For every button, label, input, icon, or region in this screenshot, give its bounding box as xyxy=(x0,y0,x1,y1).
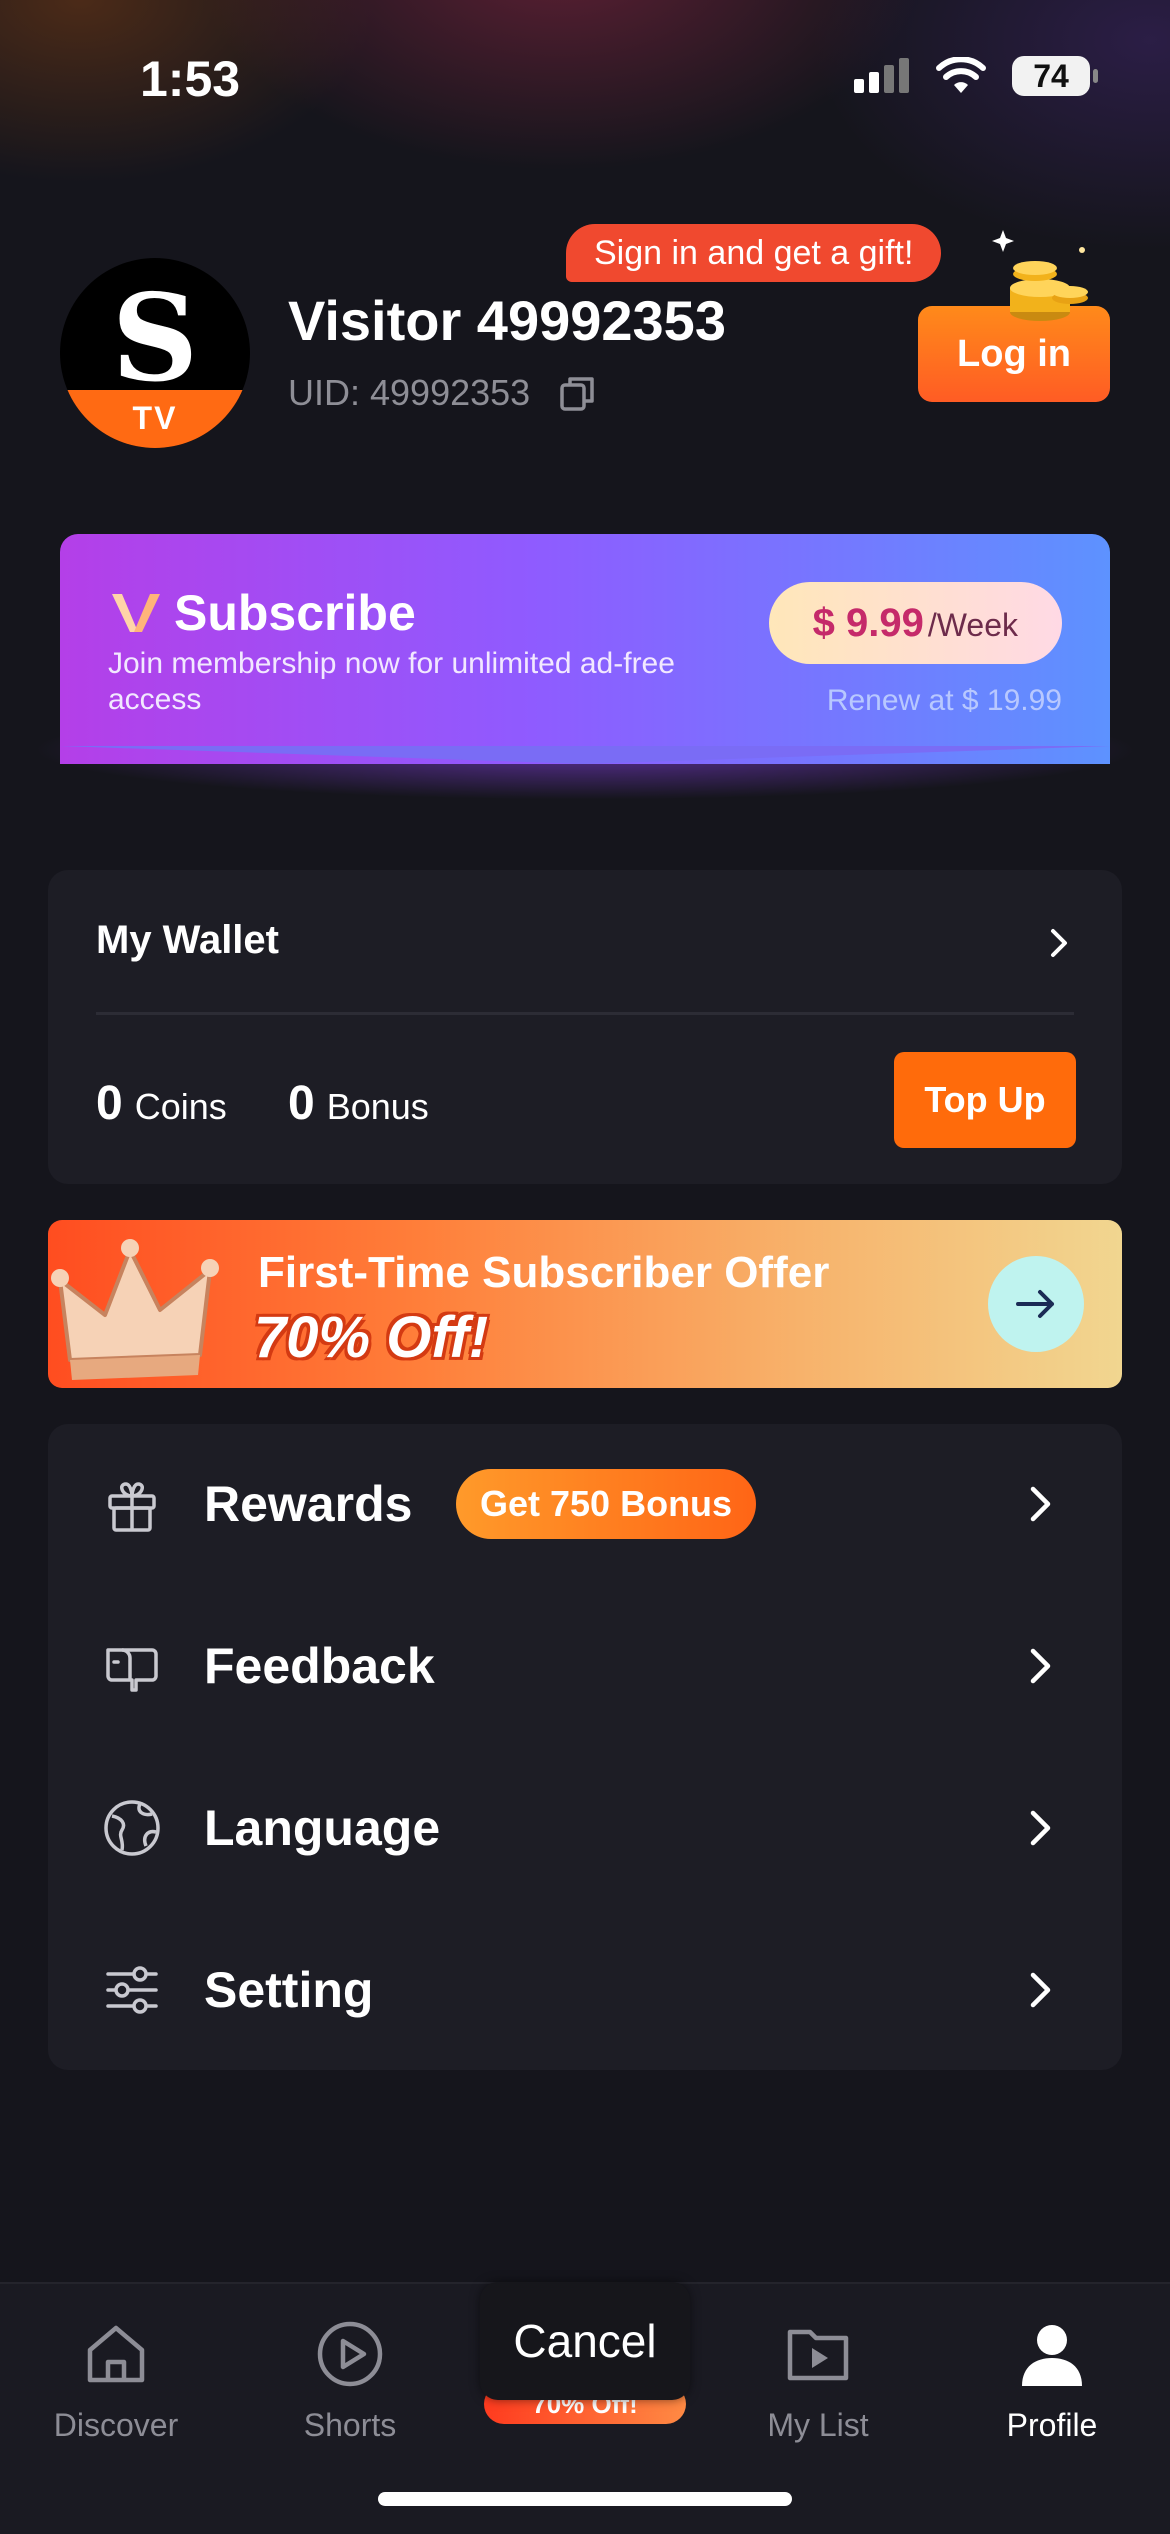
cellular-signal-icon xyxy=(854,58,909,93)
folder-play-icon xyxy=(787,2329,849,2381)
renew-price: Renew at $ 19.99 xyxy=(826,684,1062,717)
chevron-right-icon xyxy=(1030,1486,1051,1522)
price-amount: $ 9.99 xyxy=(812,601,924,645)
chevron-right-icon xyxy=(1030,1810,1051,1846)
tab-my-list[interactable]: My List xyxy=(718,2298,918,2444)
feedback-icon xyxy=(106,1648,158,1692)
avatar-logo-letter: S xyxy=(111,268,199,409)
menu-label-rewards: Rewards xyxy=(204,1476,413,1532)
menu-label-setting: Setting xyxy=(204,1962,374,2018)
tab-label-my-list: My List xyxy=(767,2407,869,2443)
subscribe-title: Subscribe xyxy=(174,585,416,641)
settings-menu: Rewards Get 750 Bonus Feedback Language xyxy=(48,1424,1122,2070)
offer-title: First-Time Subscriber Offer xyxy=(258,1248,830,1297)
status-icons: 74 xyxy=(852,56,1098,96)
wifi-icon xyxy=(936,57,986,93)
top-up-button[interactable]: Top Up xyxy=(894,1052,1076,1148)
wallet-title[interactable]: My Wallet xyxy=(96,918,279,963)
crown-icon xyxy=(51,1239,219,1380)
rewards-bonus-badge[interactable]: Get 750 Bonus xyxy=(456,1469,757,1539)
subscribe-banner-edge xyxy=(60,746,1110,764)
menu-item-rewards[interactable]: Rewards Get 750 Bonus xyxy=(48,1424,1122,1584)
uid-row: UID: 49992353 xyxy=(288,372,598,414)
home-indicator xyxy=(378,2492,792,2506)
subscribe-price-pill[interactable]: $ 9.99 /Week xyxy=(768,582,1062,664)
offer-arrow-button[interactable] xyxy=(988,1256,1084,1352)
wallet-card: My Wallet 0 Coins 0 Bonus Top Up xyxy=(48,870,1122,1184)
wallet-bonus: 0 Bonus xyxy=(288,1076,429,1131)
avatar-logo-badge: TV xyxy=(60,390,250,448)
vip-v-icon xyxy=(112,594,160,632)
tab-label-shorts: Shorts xyxy=(303,2407,397,2443)
cancel-button[interactable]: Cancel xyxy=(480,2282,690,2400)
wallet-divider xyxy=(96,1012,1074,1015)
uid-text: UID: 49992353 xyxy=(288,372,531,413)
subscribe-title-row: Subscribe xyxy=(110,584,416,642)
sliders-icon xyxy=(106,1966,158,2014)
tab-profile[interactable]: Profile xyxy=(952,2298,1152,2444)
gold-coins-icon xyxy=(992,230,1088,321)
bonus-value: 0 xyxy=(288,1077,315,1130)
coins-label: Coins xyxy=(134,1086,227,1127)
play-circle-icon xyxy=(317,2321,383,2387)
gift-icon xyxy=(108,1482,156,1532)
arrow-right-icon xyxy=(1016,1290,1054,1318)
subscribe-banner[interactable]: Subscribe Join membership now for unlimi… xyxy=(60,534,1110,764)
status-time: 1:53 xyxy=(140,51,241,107)
tab-discover[interactable]: Discover xyxy=(16,2298,216,2444)
sign-in-gift-tooltip: Sign in and get a gift! xyxy=(566,224,942,282)
avatar[interactable]: S TV xyxy=(60,258,250,448)
person-icon xyxy=(1022,2325,1082,2386)
menu-item-setting[interactable]: Setting xyxy=(48,1910,1122,2070)
chevron-right-icon xyxy=(1030,1648,1051,1684)
tab-label-discover: Discover xyxy=(53,2407,179,2443)
chevron-right-icon xyxy=(1030,1972,1051,2008)
subscribe-description: Join membership now for unlimited ad-fre… xyxy=(108,647,675,716)
visitor-name: Visitor 49992353 xyxy=(288,289,726,352)
coins-value: 0 xyxy=(96,1077,123,1130)
first-time-offer-banner[interactable]: First-Time Subscriber Offer 70% Off! xyxy=(48,1220,1122,1388)
tab-label-profile: Profile xyxy=(1006,2407,1098,2443)
wallet-coins: 0 Coins xyxy=(96,1076,227,1131)
battery-indicator: 74 xyxy=(1012,56,1098,96)
menu-label-feedback: Feedback xyxy=(204,1638,435,1694)
price-period: /Week xyxy=(927,607,1018,643)
menu-label-language: Language xyxy=(204,1800,441,1856)
menu-item-feedback[interactable]: Feedback xyxy=(48,1586,1122,1746)
chevron-right-icon[interactable] xyxy=(1042,926,1076,960)
copy-icon[interactable] xyxy=(558,373,598,413)
bonus-label: Bonus xyxy=(326,1086,429,1127)
tab-shorts[interactable]: Shorts xyxy=(250,2298,450,2444)
menu-item-language[interactable]: Language xyxy=(48,1748,1122,1908)
home-icon xyxy=(87,2325,145,2383)
offer-discount: 70% Off! xyxy=(254,1305,489,1370)
globe-icon xyxy=(104,1800,160,1856)
